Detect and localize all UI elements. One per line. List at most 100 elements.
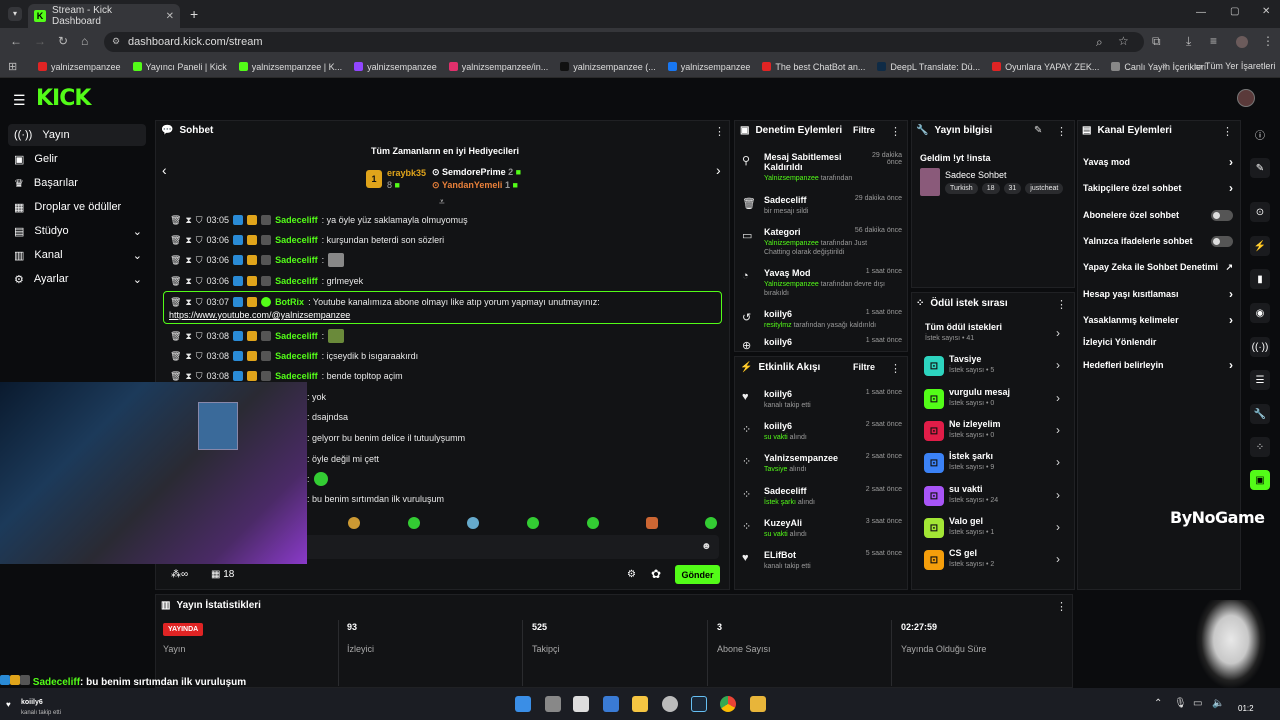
subscribers-only-toggle[interactable] [1211, 209, 1233, 221]
channel-action-ai-moderation[interactable]: Yapay Zeka ile Sohbet Denetimi ↗ [1083, 258, 1233, 276]
home-icon[interactable]: ⌂ [81, 34, 88, 48]
lightning-icon[interactable]: ⚡ [1250, 236, 1270, 256]
app-icon[interactable] [750, 696, 766, 712]
bookmark-item[interactable]: Canlı Yayın İçerikleri [1111, 62, 1206, 72]
reward-row[interactable]: ⊡ vurgulu mesaj İstek sayısı • 0 › [920, 385, 1064, 415]
emote-icon[interactable] [527, 517, 539, 529]
bookmark-item[interactable]: Yayıncı Paneli | Kick [132, 62, 227, 72]
close-window-icon[interactable]: ✕ [1262, 6, 1270, 17]
browser-tab[interactable]: K Stream - Kick Dashboard ✕ [28, 4, 180, 28]
bookmark-item[interactable]: The best ChatBot an... [762, 62, 865, 72]
back-icon[interactable]: ← [10, 34, 22, 48]
timeout-icon[interactable]: ⧗ [185, 276, 191, 287]
new-tab-icon[interactable]: + [190, 6, 198, 22]
mod-filter-button[interactable]: Filtre [853, 125, 875, 135]
emote-icon[interactable] [348, 517, 360, 529]
display-icon[interactable]: ▭ [1193, 698, 1202, 709]
extensions-icon[interactable]: ⧉ [1152, 34, 1161, 49]
timeout-icon[interactable]: ⧗ [185, 235, 191, 246]
sidebar-item-basarilar[interactable]: ♛ Başarılar [8, 172, 146, 194]
timeout-icon[interactable]: ⧗ [185, 371, 191, 382]
forward-icon[interactable]: → [34, 34, 46, 48]
trash-icon[interactable]: 🗑 [170, 297, 181, 308]
maximize-icon[interactable]: ▢ [1230, 6, 1239, 17]
tab-list-icon[interactable]: ▾ [8, 7, 22, 21]
close-tab-icon[interactable]: ✕ [166, 11, 174, 22]
microphone-icon[interactable]: 🎙 [1174, 698, 1187, 709]
reward-all-row[interactable]: Tüm ödül istekleri İstek sayısı • 41 › [920, 320, 1064, 350]
volume-icon[interactable]: 🔈 [1212, 698, 1224, 709]
reward-row[interactable]: ⊡ İstek şarkı İstek sayısı • 9 › [920, 449, 1064, 479]
activity-filter-button[interactable]: Filtre [853, 362, 875, 372]
trash-icon[interactable]: 🗑 [170, 235, 181, 246]
bookmark-item[interactable]: yalnizsempanzee/in... [448, 62, 548, 72]
bookmark-item[interactable]: yalnizsempanzee [38, 62, 121, 72]
youtube-link[interactable]: https://www.youtube.com/@yalnizsempanzee [169, 310, 350, 320]
scroll-down-icon[interactable]: ⩡ [439, 197, 445, 208]
task-view-icon[interactable] [545, 696, 561, 712]
reward-row[interactable]: ⊡ CS gel İstek sayısı • 2 › [920, 546, 1064, 576]
pencil-icon[interactable]: ✎ [1250, 158, 1270, 178]
wrench-icon[interactable]: 🔧 [1250, 404, 1270, 424]
hamburger-menu-icon[interactable]: ☰ [13, 92, 26, 109]
ban-icon[interactable]: ⛉ [196, 255, 203, 266]
ban-icon[interactable]: ⛉ [196, 235, 203, 246]
ban-icon[interactable]: ⛉ [196, 276, 203, 287]
reward-row[interactable]: ⊡ Valo gel İstek sayısı • 1 › [920, 514, 1064, 544]
site-info-icon[interactable]: ⚙ [112, 36, 120, 47]
chrome-icon[interactable] [720, 696, 736, 712]
ban-icon[interactable]: ⛉ [196, 297, 203, 308]
reward-menu-icon[interactable]: ⋮ [1056, 298, 1067, 311]
bookmark-item[interactable]: yalnizsempanzee (... [560, 62, 656, 72]
emote-icon[interactable] [705, 517, 717, 529]
url-input[interactable]: dashboard.kick.com/stream [104, 32, 1144, 52]
channel-action-host[interactable]: İzleyici Yönlendir [1083, 333, 1233, 351]
reward-row[interactable]: ⊡ Tavsiye İstek sayısı • 5 › [920, 352, 1064, 382]
user-avatar[interactable] [1237, 89, 1255, 107]
chevron-left-icon[interactable]: ‹ [162, 162, 167, 178]
kick-logo[interactable]: KICK [36, 86, 91, 111]
channel-action-banned-words[interactable]: Yasaklanmış kelimeler › [1083, 311, 1233, 329]
timeout-icon[interactable]: ⧗ [185, 297, 191, 308]
timeout-icon[interactable]: ⧗ [185, 255, 191, 266]
trash-icon[interactable]: 🗑 [170, 255, 181, 266]
emote-icon[interactable] [587, 517, 599, 529]
ban-icon[interactable]: ⛉ [196, 215, 203, 226]
sidebar-item-yayin[interactable]: ((·)) Yayın [8, 124, 146, 146]
tray-arrow-icon[interactable]: ⌃ [1154, 698, 1162, 709]
profile-avatar[interactable] [1236, 36, 1248, 48]
chat-menu-icon[interactable]: ⋮ [714, 125, 725, 138]
document-icon[interactable]: ▮ [1250, 269, 1270, 289]
more-bookmarks-icon[interactable]: » [1162, 60, 1168, 71]
chat-settings-icon[interactable]: ⚙ [627, 569, 636, 580]
emote-icon[interactable] [646, 517, 658, 529]
channel-menu-icon[interactable]: ⋮ [1222, 125, 1233, 138]
app-icon[interactable] [573, 696, 589, 712]
sidebar-item-ayarlar[interactable]: ⚙ Ayarlar ⌄ [8, 268, 146, 290]
bot-icon[interactable]: ✿ [651, 567, 661, 581]
bookmark-item[interactable]: yalnizsempanzee | K... [238, 62, 342, 72]
bookmark-star-icon[interactable]: ☆ [1118, 34, 1129, 48]
emote-only-toggle[interactable] [1211, 235, 1233, 247]
menu-icon[interactable]: ⋮ [1262, 34, 1274, 48]
all-bookmarks[interactable]: ▭ Tüm Yer İşaretleri [1194, 61, 1275, 72]
file-explorer-icon[interactable] [632, 696, 648, 712]
timeout-icon[interactable]: ⧗ [185, 215, 191, 226]
sidebar-item-gelir[interactable]: ▣ Gelir [8, 148, 146, 170]
steam-icon[interactable] [691, 696, 707, 712]
channel-action-followers-only[interactable]: Takipçilere özel sohbet › [1083, 179, 1233, 197]
ban-icon[interactable]: ⛉ [196, 351, 203, 362]
minimize-icon[interactable]: — [1196, 7, 1206, 18]
channel-action-slow-mode[interactable]: Yavaş mod › [1083, 153, 1233, 171]
emote-icon[interactable] [408, 517, 420, 529]
photos-icon[interactable] [603, 696, 619, 712]
sidebar-item-droplar[interactable]: ▦ Droplar ve ödüller [8, 196, 146, 218]
reward-row[interactable]: ⊡ Ne izleyelim İstek sayısı • 0 › [920, 417, 1064, 447]
sidebar-item-studyo[interactable]: ▤ Stüdyo ⌄ [8, 220, 146, 242]
apps-grid-icon[interactable]: ⊞ [8, 60, 17, 73]
bookmark-item[interactable]: yalnizsempanzee [667, 62, 750, 72]
bookmark-item[interactable]: yalnizsempanzee [354, 62, 437, 72]
timeout-icon[interactable]: ⧗ [185, 331, 191, 342]
info-icon[interactable]: ⓘ [1250, 124, 1270, 144]
emoji-picker-icon[interactable]: ☻ [701, 541, 712, 552]
